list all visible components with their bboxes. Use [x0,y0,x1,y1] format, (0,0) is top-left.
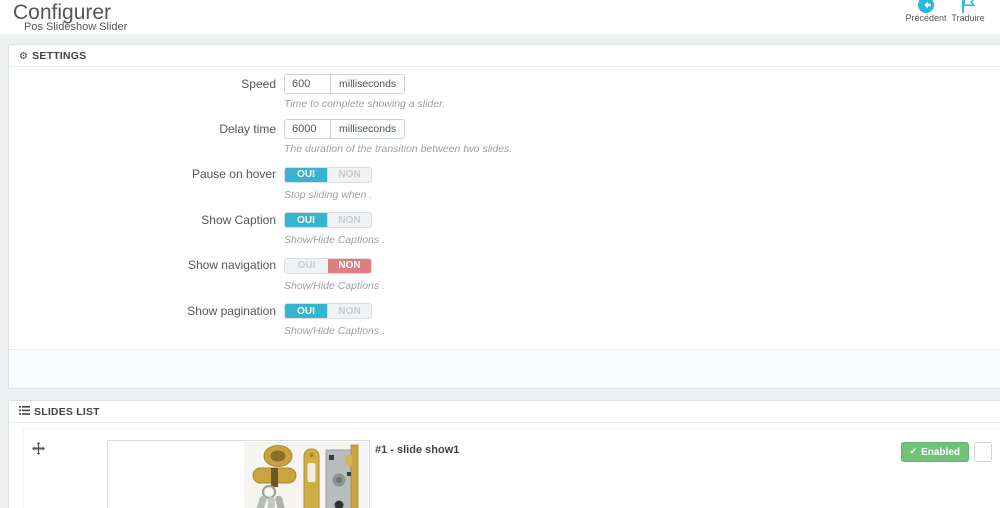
slides-list-panel: SLIDES LIST #1 - slide show1 ✔ Enabled [8,400,1000,508]
move-handle-icon[interactable] [32,442,45,460]
show-pagination-switch: OUI NON [284,303,372,319]
flag-icon [947,0,989,13]
lock-hardware-image [244,442,368,508]
slide-actions: ✔ Enabled [900,442,992,462]
check-update-icon [989,0,1000,10]
pause-on-hover-switch: OUI NON [284,166,372,183]
speed-input[interactable] [284,74,330,94]
settings-panel-title: SETTINGS [32,50,87,62]
speed-help: Time to complete showing a slider. [284,98,446,110]
check-update-label: Véri [989,13,1000,23]
show-navigation-non[interactable]: NON [328,258,371,273]
slide-title: #1 - slide show1 [375,444,460,456]
enabled-status-button[interactable]: ✔ Enabled [900,442,969,462]
slide-thumbnail[interactable] [107,440,370,508]
pause-on-hover-non[interactable]: NON [328,167,371,182]
settings-panel: ⚙ SETTINGS Speed milliseconds Time to co… [8,44,1000,389]
slides-container: #1 - slide show1 ✔ Enabled [23,428,1000,508]
show-pagination-label: Show pagination [187,303,276,318]
header-toolbar: Précédent Traduire Véri [905,0,1000,23]
show-navigation-label: Show navigation [187,258,276,272]
form-group-show-pagination: Show pagination OUI NON Show/Hide Captio… [9,301,1000,338]
form-group-show-navigation: Show navigation OUI NON Show/Hide Captio… [9,255,1000,292]
gears-icon: ⚙ [19,50,29,62]
page-header: Configurer Pos Slideshow Slider Précéden… [0,0,1000,34]
settings-form: Speed milliseconds Time to complete show… [9,67,1000,337]
form-group-pause-on-hover: Pause on hover OUI NON Stop sliding when… [9,164,1000,201]
arrow-circle-left-icon [905,0,947,13]
form-group-show-caption: Show Caption OUI NON Show/Hide Captions … [9,210,1000,247]
show-navigation-oui[interactable]: OUI [285,258,328,273]
slides-list-body: #1 - slide show1 ✔ Enabled [9,423,1000,508]
form-group-delay: Delay time milliseconds The duration of … [9,119,1000,155]
slides-panel-header: SLIDES LIST [9,401,1000,423]
delay-input[interactable] [284,119,330,139]
show-navigation-help: Show/Hide Captions . [284,279,385,292]
show-caption-help: Show/Hide Captions . [284,234,385,246]
speed-unit-addon: milliseconds [330,74,406,94]
settings-panel-header: ⚙ SETTINGS [9,45,1000,67]
enabled-label: Enabled [921,446,960,458]
slide-edit-button-partial[interactable] [974,442,992,462]
show-caption-oui[interactable]: OUI [285,213,328,227]
translate-button[interactable]: Traduire [947,0,989,23]
translate-label: Traduire [951,13,985,23]
speed-label: Speed [241,77,276,91]
check-icon: ✔ [909,447,918,457]
delay-help: The duration of the transition between t… [284,143,513,155]
show-pagination-oui[interactable]: OUI [285,304,328,318]
page-subtitle: Pos Slideshow Slider [24,21,128,33]
delay-unit-addon: milliseconds [330,119,406,139]
pause-on-hover-help: Stop sliding when . [284,188,373,201]
show-navigation-switch: OUI NON [284,257,372,274]
delay-label: Delay time [219,122,276,136]
slide-row: #1 - slide show1 ✔ Enabled [24,429,1000,508]
settings-panel-footer [9,349,1000,388]
show-pagination-non[interactable]: NON [328,304,371,318]
list-icon [19,406,30,418]
show-caption-non[interactable]: NON [328,213,371,227]
check-update-button[interactable]: Véri [989,0,1000,23]
show-caption-switch: OUI NON [284,212,372,228]
slides-panel-title: SLIDES LIST [34,406,100,418]
back-label: Précédent [905,13,947,23]
back-button[interactable]: Précédent [905,0,947,23]
pause-on-hover-label: Pause on hover [191,167,276,181]
form-group-speed: Speed milliseconds Time to complete show… [9,74,1000,110]
show-caption-label: Show Caption [201,212,276,227]
show-pagination-help: Show/Hide Captions . [284,325,385,337]
pause-on-hover-oui[interactable]: OUI [285,167,328,182]
